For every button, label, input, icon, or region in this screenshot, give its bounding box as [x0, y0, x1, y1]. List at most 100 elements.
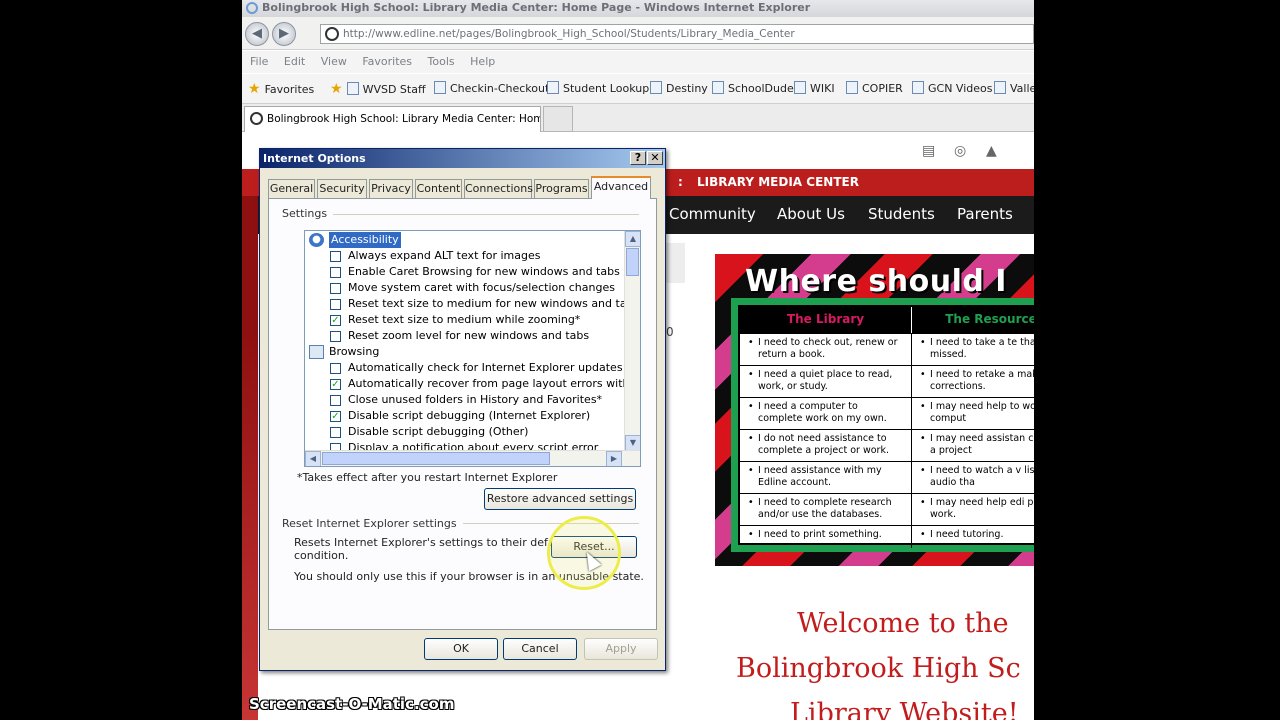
poster-cell: I need tutoring. — [912, 526, 1034, 548]
gcn-icon — [912, 81, 924, 94]
welcome-line: Welcome to the — [797, 608, 1009, 639]
tab-security[interactable]: Security — [317, 179, 367, 198]
page-icon — [325, 27, 339, 41]
menu-favorites[interactable]: Favorites — [362, 51, 412, 73]
setting-label: Reset text size to medium while zooming* — [348, 313, 581, 326]
favorite-label: Destiny — [666, 82, 708, 95]
favorite-label: Checkin-Checkout — [450, 82, 550, 95]
help-button[interactable]: ? — [630, 151, 646, 165]
favorite-schooldude[interactable]: SchoolDude — [712, 74, 794, 103]
browser-tab[interactable]: Bolingbrook High School: Library Media C… — [244, 106, 541, 132]
tab-privacy[interactable]: Privacy — [369, 179, 413, 198]
vertical-scroll-thumb[interactable] — [626, 248, 639, 276]
vertical-scrollbar[interactable]: ▲ ▼ — [624, 231, 640, 451]
menu-edit[interactable]: Edit — [284, 51, 305, 73]
band-separator: : — [678, 175, 683, 189]
copier-icon — [846, 81, 858, 94]
favorites-bar: ★ Favorites ★ WVSD Staff Checkin-Checkout … — [242, 74, 1034, 104]
tab-content[interactable]: Content — [415, 179, 462, 198]
ok-button[interactable]: OK — [424, 638, 498, 660]
scroll-left-icon[interactable]: ◀ — [305, 451, 321, 466]
page-icon — [250, 112, 263, 125]
welcome-line: Bolingbrook High Sc — [736, 653, 1021, 684]
poster-row: I need to print something.I need tutorin… — [740, 525, 1034, 548]
checkbox[interactable] — [330, 283, 341, 294]
tab-advanced[interactable]: Advanced — [591, 176, 651, 199]
poster-table-inner: The Library The Resource C I need to che… — [738, 305, 1034, 548]
page-tools: ▤ ◎ ▲ — [914, 138, 1034, 166]
poster-row: I need a quiet place to read, work, or s… — [740, 365, 1034, 397]
tab-title: Bolingbrook High School: Library Media C… — [267, 113, 541, 125]
new-tab-button[interactable] — [543, 106, 573, 132]
favorite-label: Valle — [1010, 82, 1034, 95]
feeds-icon[interactable]: ▤ — [922, 143, 935, 159]
forward-button[interactable]: ▶ — [272, 22, 296, 46]
favorite-wiki[interactable]: WIKI — [794, 74, 835, 103]
destiny-icon — [650, 81, 662, 94]
dialog-title-bar: Internet Options ? ✕ — [260, 149, 665, 168]
browsing-icon — [309, 345, 324, 359]
dialog-tabs: General Security Privacy Content Connect… — [268, 176, 658, 199]
ie-page-icon — [994, 81, 1006, 94]
checkbox-checked[interactable]: ✓ — [330, 379, 341, 390]
favorite-label: WIKI — [810, 82, 835, 95]
library-poster: Where should I The Library The Resource … — [715, 254, 1034, 566]
checkbox[interactable] — [330, 363, 341, 374]
menu-file[interactable]: File — [250, 51, 268, 73]
ie-page-icon — [434, 81, 446, 94]
checkbox[interactable] — [330, 427, 341, 438]
address-bar[interactable]: http://www.edline.net/pages/Bolingbrook_… — [320, 24, 1034, 44]
close-button[interactable]: ✕ — [647, 151, 663, 165]
favorite-gcn-videos[interactable]: GCN Videos — [912, 74, 992, 103]
tab-general[interactable]: General — [268, 179, 315, 198]
scroll-up-icon[interactable]: ▲ — [625, 231, 640, 247]
scroll-right-icon[interactable]: ▶ — [606, 451, 622, 466]
horizontal-scroll-thumb[interactable] — [322, 452, 550, 465]
tab-programs[interactable]: Programs — [534, 179, 589, 198]
menu-tools[interactable]: Tools — [428, 51, 455, 73]
horizontal-scrollbar[interactable]: ◀ ▶ — [305, 450, 640, 466]
poster-cell: I need to check out, renew or return a b… — [740, 334, 912, 365]
nav-about-us[interactable]: About Us — [777, 196, 845, 232]
globe-icon[interactable]: ◎ — [954, 143, 966, 159]
favorite-wvsd-staff[interactable]: ★ WVSD Staff — [330, 74, 426, 103]
checkbox[interactable] — [330, 395, 341, 406]
poster-cell: I may need help to work on a comput — [912, 398, 1034, 429]
tab-connections[interactable]: Connections — [464, 179, 533, 198]
nav-community[interactable]: Community — [669, 196, 756, 232]
settings-group-line — [326, 214, 639, 215]
checkbox-checked[interactable]: ✓ — [330, 315, 341, 326]
category-label[interactable]: Browsing — [329, 344, 379, 360]
checkbox[interactable] — [330, 251, 341, 262]
poster-row: I do not need assistance to complete a p… — [740, 429, 1034, 461]
category-label[interactable]: Accessibility — [329, 232, 401, 248]
cancel-button[interactable]: Cancel — [503, 638, 577, 660]
scroll-down-icon[interactable]: ▼ — [625, 435, 640, 451]
nav-parents[interactable]: Parents — [957, 196, 1013, 232]
menu-view[interactable]: View — [321, 51, 347, 73]
checkbox[interactable] — [330, 267, 341, 278]
favorite-valle[interactable]: Valle — [994, 74, 1034, 103]
checkbox[interactable] — [330, 331, 341, 342]
nav-students[interactable]: Students — [868, 196, 935, 232]
announce-icon[interactable]: ▲ — [986, 143, 997, 159]
welcome-line: Library Website! — [790, 698, 1019, 720]
accessibility-icon: ● — [309, 233, 324, 247]
poster-col-resource: The Resource C — [912, 307, 1034, 333]
favorite-copier[interactable]: COPIER — [846, 74, 903, 103]
apply-button[interactable]: Apply — [584, 638, 658, 660]
stray-text: 0 — [666, 325, 674, 339]
back-button[interactable]: ◀ — [245, 22, 269, 46]
poster-cell: I need to watch a v listen to audio tha — [912, 462, 1034, 493]
favorites-button[interactable]: ★ Favorites — [248, 74, 314, 103]
checkbox[interactable] — [330, 299, 341, 310]
favorite-student-lookup[interactable]: Student Lookup — [547, 74, 649, 103]
favorite-checkin-checkout[interactable]: Checkin-Checkout — [434, 74, 550, 103]
poster-cell: I need assistance with my Edline account… — [740, 462, 912, 493]
checkbox-checked[interactable]: ✓ — [330, 411, 341, 422]
favorite-destiny[interactable]: Destiny — [650, 74, 708, 103]
address-url: http://www.edline.net/pages/Bolingbrook_… — [343, 28, 795, 40]
restore-advanced-settings-button[interactable]: Restore advanced settings — [484, 488, 636, 510]
menu-help[interactable]: Help — [470, 51, 495, 73]
settings-list[interactable]: ● Accessibility Always expand ALT text f… — [304, 230, 641, 467]
